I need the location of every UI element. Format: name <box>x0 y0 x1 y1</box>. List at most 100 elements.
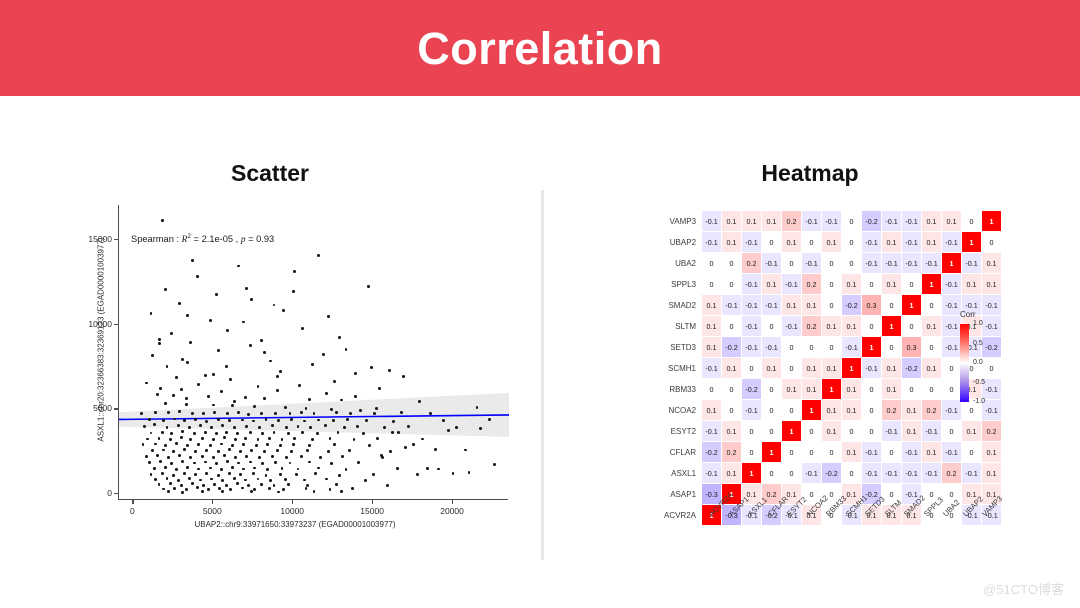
heatmap-cell[interactable]: -0.2 <box>861 210 883 232</box>
heatmap-cell[interactable]: 0 <box>901 315 923 337</box>
heatmap-cell[interactable]: -0.1 <box>801 210 823 232</box>
heatmap-cell[interactable]: 0.1 <box>881 378 903 400</box>
heatmap-cell[interactable]: 0 <box>981 357 1003 379</box>
heatmap-cell[interactable]: 0.1 <box>741 210 763 232</box>
heatmap-cell[interactable]: 0.1 <box>701 294 723 316</box>
heatmap-cell[interactable]: 0 <box>801 336 823 358</box>
heatmap-cell[interactable]: 0.2 <box>801 273 823 295</box>
heatmap-cell[interactable]: 1 <box>801 399 823 421</box>
heatmap-cell[interactable]: -0.2 <box>701 441 723 463</box>
heatmap-cell[interactable]: 1 <box>861 336 883 358</box>
heatmap-cell[interactable]: 0 <box>901 273 923 295</box>
heatmap-cell[interactable]: 0.1 <box>761 357 783 379</box>
heatmap-cell[interactable]: -0.1 <box>761 294 783 316</box>
heatmap-cell[interactable]: 0 <box>721 252 743 274</box>
heatmap-cell[interactable]: 0 <box>821 252 843 274</box>
heatmap-cell[interactable]: 0.1 <box>881 357 903 379</box>
heatmap-cell[interactable]: 0.1 <box>801 357 823 379</box>
heatmap-cell[interactable]: 0.1 <box>721 462 743 484</box>
heatmap-cell[interactable]: 0 <box>781 399 803 421</box>
heatmap-cell[interactable]: 0.1 <box>941 210 963 232</box>
heatmap-cell[interactable]: 0 <box>761 378 783 400</box>
heatmap-cell[interactable]: 0 <box>941 378 963 400</box>
heatmap-cell[interactable]: -0.1 <box>861 357 883 379</box>
heatmap-cell[interactable]: 0 <box>921 294 943 316</box>
heatmap-cell[interactable]: 0.1 <box>921 357 943 379</box>
heatmap-cell[interactable]: -0.2 <box>901 357 923 379</box>
heatmap-cell[interactable]: 0.1 <box>781 294 803 316</box>
heatmap-cell[interactable]: 1 <box>781 420 803 442</box>
heatmap-cell[interactable]: 0.1 <box>901 420 923 442</box>
heatmap-cell[interactable]: -0.1 <box>861 441 883 463</box>
heatmap-cell[interactable]: -0.1 <box>901 210 923 232</box>
heatmap-cell[interactable]: -0.2 <box>741 378 763 400</box>
heatmap-cell[interactable]: -0.1 <box>741 399 763 421</box>
heatmap-cell[interactable]: 0 <box>961 441 983 463</box>
heatmap-cell[interactable]: -0.1 <box>701 231 723 253</box>
heatmap-cell[interactable]: 0.1 <box>981 273 1003 295</box>
heatmap-cell[interactable]: 0 <box>861 273 883 295</box>
heatmap-cell[interactable]: 0.1 <box>841 315 863 337</box>
heatmap-cell[interactable]: 0 <box>781 252 803 274</box>
heatmap-cell[interactable]: 0.1 <box>921 441 943 463</box>
heatmap-cell[interactable]: 0 <box>841 252 863 274</box>
heatmap-cell[interactable]: 0.1 <box>961 273 983 295</box>
heatmap-cell[interactable]: -0.1 <box>741 315 763 337</box>
heatmap-cell[interactable]: -0.1 <box>741 336 763 358</box>
heatmap-cell[interactable]: 0.1 <box>801 294 823 316</box>
heatmap-cell[interactable]: 0.1 <box>981 252 1003 274</box>
heatmap-cell[interactable]: 0.1 <box>761 273 783 295</box>
heatmap-cell[interactable]: 0 <box>721 399 743 421</box>
heatmap-cell[interactable]: -0.1 <box>741 273 763 295</box>
heatmap-cell[interactable]: 0.1 <box>921 210 943 232</box>
heatmap-cell[interactable]: 0.1 <box>821 231 843 253</box>
heatmap-cell[interactable]: 1 <box>981 210 1003 232</box>
heatmap-cell[interactable]: 0.2 <box>741 252 763 274</box>
heatmap-cell[interactable]: 0.1 <box>921 231 943 253</box>
heatmap-cell[interactable]: -0.1 <box>861 252 883 274</box>
heatmap-cell[interactable]: 0 <box>761 231 783 253</box>
heatmap-cell[interactable]: 0 <box>821 441 843 463</box>
heatmap-cell[interactable]: 0.1 <box>701 315 723 337</box>
heatmap-cell[interactable]: 0 <box>761 420 783 442</box>
heatmap-cell[interactable]: 0.1 <box>921 315 943 337</box>
heatmap-cell[interactable]: 0.1 <box>821 399 843 421</box>
heatmap-cell[interactable]: 0.1 <box>721 210 743 232</box>
heatmap-cell[interactable]: 0.1 <box>881 273 903 295</box>
heatmap-cell[interactable]: 0.1 <box>841 441 863 463</box>
heatmap-cell[interactable]: 0 <box>741 441 763 463</box>
heatmap-cell[interactable]: -0.1 <box>781 273 803 295</box>
heatmap-cell[interactable]: -0.1 <box>921 462 943 484</box>
heatmap-cell[interactable]: -0.1 <box>881 420 903 442</box>
heatmap-cell[interactable]: 0 <box>781 357 803 379</box>
heatmap-cell[interactable]: -0.1 <box>961 462 983 484</box>
heatmap-cell[interactable]: 0 <box>761 399 783 421</box>
heatmap-cell[interactable]: 0 <box>781 336 803 358</box>
heatmap-cell[interactable]: -0.1 <box>741 294 763 316</box>
heatmap-cell[interactable]: 1 <box>921 273 943 295</box>
heatmap-cell[interactable]: -0.1 <box>861 462 883 484</box>
heatmap-cell[interactable]: 0 <box>901 378 923 400</box>
heatmap-cell[interactable]: 0 <box>781 441 803 463</box>
heatmap-cell[interactable]: -0.1 <box>961 252 983 274</box>
heatmap-cell[interactable]: 0 <box>881 336 903 358</box>
heatmap-cell[interactable]: -0.1 <box>761 336 783 358</box>
heatmap-cell[interactable]: 0 <box>841 420 863 442</box>
heatmap-cell[interactable]: -0.1 <box>881 462 903 484</box>
heatmap-cell[interactable]: 0 <box>741 357 763 379</box>
heatmap-cell[interactable]: 0.1 <box>821 420 843 442</box>
heatmap-cell[interactable]: 0.2 <box>801 315 823 337</box>
heatmap-cell[interactable]: -0.1 <box>921 420 943 442</box>
heatmap-cell[interactable]: -0.1 <box>801 252 823 274</box>
heatmap-cell[interactable]: 0 <box>781 462 803 484</box>
heatmap-cell[interactable]: 0 <box>701 252 723 274</box>
heatmap-cell[interactable]: -0.1 <box>701 462 723 484</box>
heatmap-cell[interactable]: -0.2 <box>841 294 863 316</box>
heatmap-cell[interactable]: 0.1 <box>721 420 743 442</box>
heatmap-cell[interactable]: 0 <box>941 420 963 442</box>
heatmap-cell[interactable]: 0.1 <box>721 357 743 379</box>
heatmap-cell[interactable]: 0.1 <box>981 441 1003 463</box>
heatmap-cell[interactable]: 0.1 <box>901 399 923 421</box>
heatmap-cell[interactable]: 0.2 <box>721 441 743 463</box>
heatmap-cell[interactable]: -0.1 <box>941 336 963 358</box>
